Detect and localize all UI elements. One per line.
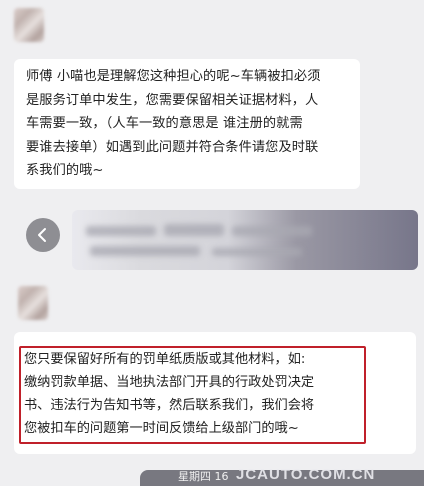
message-bubble-sent-blurred — [72, 210, 418, 270]
message-bubble-received: 师傅 小喵也是理解您这种担心的呢~车辆被扣必须 是服务订单中发生，您需要保留相关… — [14, 59, 360, 189]
watermark: JCAUTO.COM.CN — [236, 466, 376, 483]
message-bubble-received: 您只要保留好所有的罚单纸质版或其他材料，如: 缴纳罚款单据、当地执法部门开具的行… — [14, 332, 416, 454]
message-text: 您只要保留好所有的罚单纸质版或其他材料，如: 缴纳罚款单据、当地执法部门开具的行… — [24, 352, 315, 436]
chevron-left-icon — [38, 228, 46, 242]
message-text: 师傅 小喵也是理解您这种担心的呢~车辆被扣必须 是服务订单中发生，您需要保留相关… — [26, 69, 321, 178]
sender-avatar[interactable] — [18, 286, 48, 320]
timestamp: 星期四 16 — [178, 470, 229, 483]
sender-avatar[interactable] — [14, 8, 44, 42]
back-button[interactable] — [26, 218, 60, 252]
